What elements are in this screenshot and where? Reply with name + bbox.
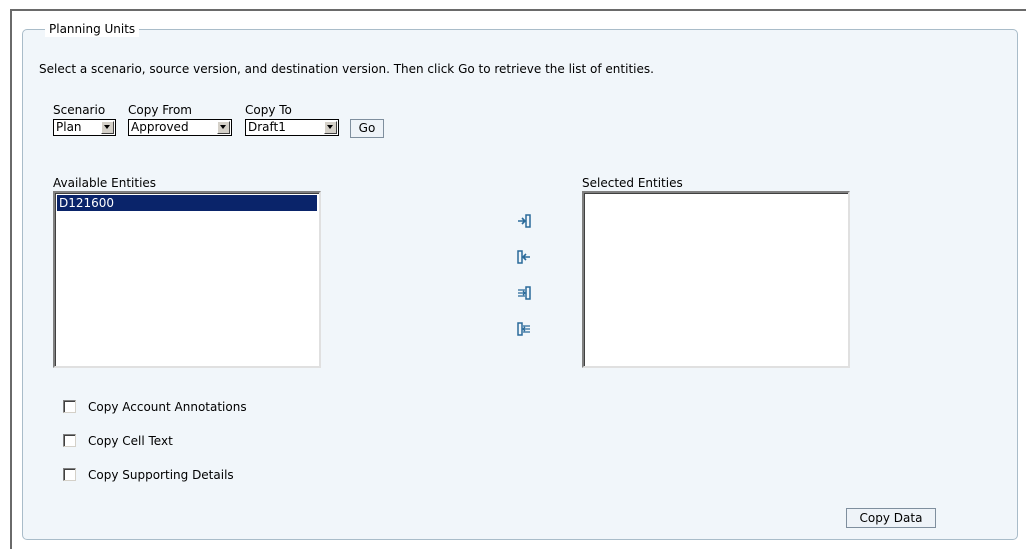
scenario-select[interactable]: Plan <box>53 119 116 136</box>
copy-account-annotations-checkbox[interactable] <box>63 400 76 413</box>
available-entities-list[interactable]: D121600 <box>53 191 321 368</box>
scenario-label: Scenario <box>53 103 106 117</box>
move-right-icon[interactable] <box>517 214 531 228</box>
chevron-down-icon[interactable] <box>324 121 337 134</box>
selected-entities-label: Selected Entities <box>582 176 683 190</box>
instructions-text: Select a scenario, source version, and d… <box>39 62 654 76</box>
copy-from-select[interactable]: Approved <box>128 119 232 136</box>
copy-from-value: Approved <box>131 120 189 134</box>
copy-supporting-details-checkbox[interactable] <box>63 468 76 481</box>
scenario-value: Plan <box>56 120 82 134</box>
copy-data-button[interactable]: Copy Data <box>846 508 936 528</box>
chevron-down-icon[interactable] <box>217 121 230 134</box>
panel-title: Planning Units <box>45 21 140 37</box>
copy-to-label: Copy To <box>245 103 292 117</box>
chevron-down-icon[interactable] <box>101 121 114 134</box>
copy-account-annotations-label: Copy Account Annotations <box>88 400 247 414</box>
copy-cell-text-checkbox[interactable] <box>63 434 76 447</box>
copy-cell-text-label: Copy Cell Text <box>88 434 173 448</box>
go-button[interactable]: Go <box>350 119 384 138</box>
move-all-left-icon[interactable] <box>517 322 531 336</box>
list-item[interactable]: D121600 <box>57 195 317 211</box>
move-all-right-icon[interactable] <box>517 286 531 300</box>
move-left-icon[interactable] <box>517 250 531 264</box>
copy-from-label: Copy From <box>128 103 192 117</box>
available-entities-label: Available Entities <box>53 176 157 190</box>
copy-supporting-details-label: Copy Supporting Details <box>88 468 234 482</box>
copy-to-value: Draft1 <box>248 120 286 134</box>
selected-entities-list[interactable] <box>582 191 850 368</box>
copy-to-select[interactable]: Draft1 <box>245 119 339 136</box>
